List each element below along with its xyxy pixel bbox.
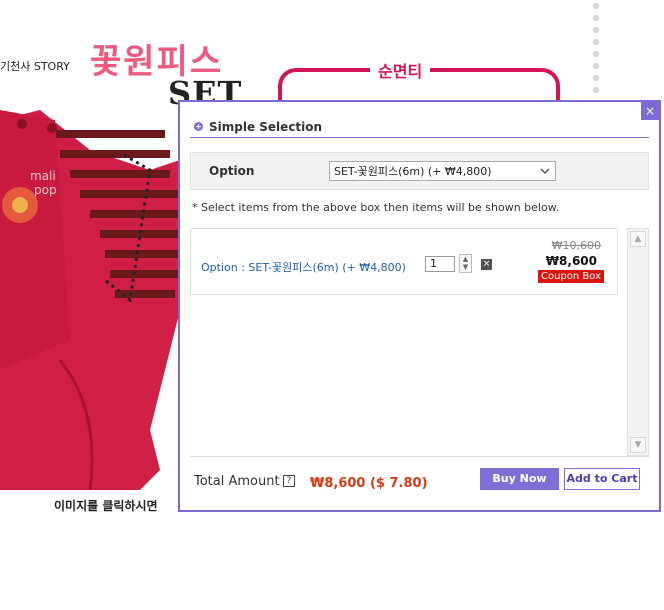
- scrollbar[interactable]: ▲ ▼: [627, 228, 649, 456]
- help-icon[interactable]: ?: [283, 475, 295, 487]
- svg-text:pop: pop: [34, 183, 57, 197]
- total-amount-value: ₩8,600 ($ 7.80): [310, 476, 428, 491]
- original-price: ₩10,600: [551, 239, 601, 252]
- plus-circle-icon: +: [194, 122, 203, 131]
- stepper-up-icon[interactable]: ▲: [460, 255, 471, 263]
- scroll-down-icon[interactable]: ▼: [630, 437, 646, 453]
- stepper-down-icon[interactable]: ▼: [460, 263, 471, 271]
- remove-item-button[interactable]: ×: [481, 259, 492, 270]
- buy-now-button[interactable]: Buy Now: [480, 468, 559, 490]
- selection-hint: * Select items from the above box then i…: [192, 201, 560, 214]
- popup-header: + Simple Selection: [190, 116, 649, 138]
- option-select[interactable]: SET-꽃원피스(6m) (+ ₩4,800): [329, 161, 556, 181]
- sale-price: ₩8,600: [545, 254, 597, 268]
- quantity-stepper[interactable]: ▲ ▼: [459, 254, 472, 273]
- banner-label: 순면티: [370, 58, 431, 82]
- close-icon: ×: [482, 259, 491, 269]
- option-label: Option: [209, 164, 255, 178]
- bottom-caption: 이미지를 클릭하시면: [54, 499, 158, 513]
- list-item: Option : SET-꽃원피스(6m) (+ ₩4,800) 1 ▲ ▼ ×…: [190, 228, 618, 295]
- simple-selection-popup: × + Simple Selection Option SET-꽃원피스(6m)…: [178, 100, 661, 512]
- scroll-up-icon[interactable]: ▲: [630, 231, 646, 247]
- add-to-cart-button[interactable]: Add to Cart: [564, 468, 640, 490]
- chevron-down-icon: [539, 165, 551, 177]
- quantity-input[interactable]: 1: [425, 256, 455, 272]
- coupon-box-button[interactable]: Coupon Box: [537, 270, 604, 283]
- story-text: 기천사 STORY: [0, 60, 70, 73]
- popup-footer: Total Amount ? ₩8,600 ($ 7.80) Buy Now A…: [190, 456, 649, 502]
- option-row: Option SET-꽃원피스(6m) (+ ₩4,800): [190, 152, 649, 190]
- item-option-name: Option : SET-꽃원피스(6m) (+ ₩4,800): [201, 261, 406, 274]
- total-amount-label: Total Amount: [194, 474, 280, 489]
- dotted-divider: [591, 0, 601, 95]
- popup-title: Simple Selection: [209, 119, 323, 134]
- popup-body: + Simple Selection Option SET-꽃원피스(6m) (…: [190, 116, 649, 502]
- svg-text:mali: mali: [30, 169, 56, 183]
- dashed-arrow-icon: [104, 153, 152, 303]
- selected-items-list: Option : SET-꽃원피스(6m) (+ ₩4,800) 1 ▲ ▼ ×…: [190, 228, 649, 460]
- option-selected-value: SET-꽃원피스(6m) (+ ₩4,800): [334, 165, 492, 178]
